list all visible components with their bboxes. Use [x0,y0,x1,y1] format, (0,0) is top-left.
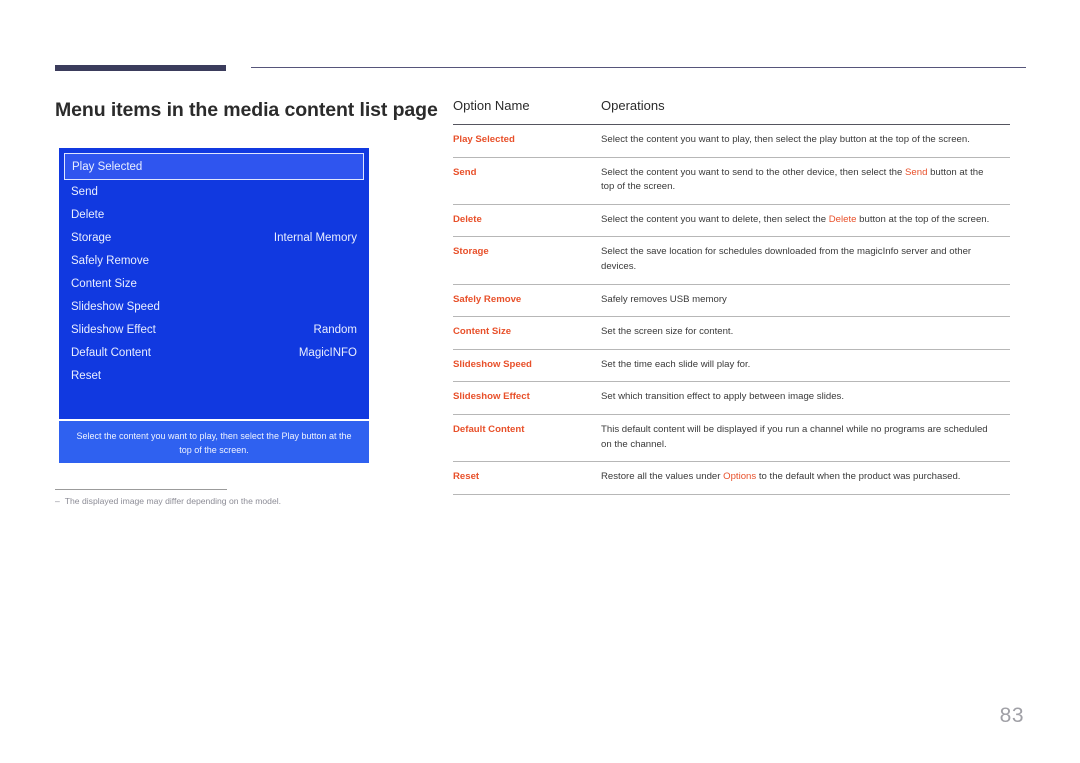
operation-text: Select the content you want to play, the… [601,134,970,145]
osd-item-label: Storage [71,231,112,244]
table-body: Play Selected Select the content you want… [453,124,1010,495]
operation-text: button at the top of the screen. [856,213,990,225]
option-name-cell: Content Size [453,316,601,350]
table-header-row: Option Name Operations [453,98,1010,125]
table-row: Send Select the content you want to send … [453,157,1010,205]
table-row: Default Content This default content will… [453,414,1010,463]
table-row: Slideshow Speed Set the time each slide w… [453,349,1010,383]
operation-text: Restore all the values under [601,471,724,483]
operation-highlight-term: Options [723,471,757,483]
table-row: Safely Remove Safely removes USB memory [453,284,1010,318]
footnote-text: The displayed image may differ depending… [64,496,282,506]
osd-item-label: Safely Remove [71,254,149,267]
osd-item-label: Play Selected [72,160,143,173]
footnote: – The displayed image may differ dependin… [55,496,281,506]
osd-item-value: MagicINFO [298,346,357,359]
osd-item-content-size[interactable]: Content Size [67,272,361,295]
column-header-operations: Operations [601,98,1010,125]
operation-description-cell: Select the content you want to send to t… [601,157,1010,205]
osd-item-safely-remove[interactable]: Safely Remove [67,249,361,272]
table-row: Content Size Set the screen size for cont… [453,316,1010,350]
operation-text: Select the save location for schedules d… [601,246,972,272]
footnote-rule [55,489,227,490]
option-name-cell: Safely Remove [453,284,601,318]
operation-description-cell: Select the content you want to delete, t… [601,204,1010,238]
osd-menu-list: Play Selected Send Delete Storage Internal M… [59,148,369,387]
osd-item-play-selected[interactable]: Play Selected [64,153,364,180]
table-row: Slideshow Effect Set which transition eff… [453,381,1010,415]
operation-text: Select the content you want to send to t… [601,166,905,178]
operation-description-cell: Set which transition effect to apply bet… [601,381,1010,415]
option-name-cell: Default Content [453,414,601,463]
operation-description-cell: Set the time each slide will play for. [601,349,1010,383]
option-name-cell: Play Selected [453,124,601,158]
option-name-cell: Storage [453,236,601,285]
options-table: Option Name Operations Play Selected Sele… [453,98,1010,495]
operation-highlight-term: Send [905,166,928,178]
osd-menu-panel: Play Selected Send Delete Storage Internal M… [59,148,369,419]
operation-description-cell: Safely removes USB memory [601,284,1010,318]
operation-description-cell: Restore all the values under Options to … [601,461,1010,495]
operation-description-cell: Set the screen size for content. [601,316,1010,350]
page-title: Menu items in the media content list pag… [55,99,438,121]
operation-text: Safely removes USB memory [601,293,727,305]
left-column: Menu items in the media content list pag… [0,0,450,763]
table-row: Reset Restore all the values under Option… [453,461,1010,495]
osd-item-label: Send [71,185,98,198]
osd-item-storage[interactable]: Storage Internal Memory [67,226,361,249]
option-name-cell: Slideshow Effect [453,381,601,415]
operation-description-cell: Select the content you want to play, the… [601,124,1010,158]
page-number: 83 [999,704,1024,727]
options-spec-table: Option Name Operations Play Selected Sele… [453,98,1010,495]
osd-item-label: Delete [71,208,105,221]
operation-description-cell: Select the save location for schedules d… [601,236,1010,285]
osd-item-label: Slideshow Effect [71,323,156,336]
osd-item-label: Reset [71,369,102,382]
osd-item-value: Random [313,323,357,336]
table-row: Storage Select the save location for sche… [453,236,1010,285]
footnote-dash: – [55,496,60,506]
osd-item-delete[interactable]: Delete [67,203,361,226]
option-name-cell: Delete [453,204,601,238]
osd-item-default-content[interactable]: Default Content MagicINFO [67,341,361,364]
osd-item-reset[interactable]: Reset [67,364,361,387]
osd-item-send[interactable]: Send [67,180,361,203]
operation-text: Set the time each slide will play for. [601,358,751,370]
table-head: Option Name Operations [453,98,1010,125]
table-row: Delete Select the content you want to del… [453,204,1010,238]
osd-hint-text: Select the content you want to play, the… [59,421,369,463]
osd-item-label: Content Size [71,277,137,290]
operation-description-cell: This default content will be displayed i… [601,414,1010,463]
option-name-cell: Send [453,157,601,205]
operation-highlight-term: Delete [828,213,857,225]
osd-item-value: Internal Memory [273,231,357,244]
osd-item-label: Slideshow Speed [71,300,160,313]
osd-item-slideshow-speed[interactable]: Slideshow Speed [67,295,361,318]
operation-text: Select the content you want to delete, t… [601,213,829,225]
operation-text: This default content will be displayed i… [601,423,988,450]
osd-item-label: Default Content [71,346,151,359]
operation-text: Set which transition effect to apply bet… [601,391,845,403]
table-row: Play Selected Select the content you want… [453,124,1010,158]
operation-text: Set the screen size for content. [601,326,734,338]
column-header-option-name: Option Name [453,98,601,125]
osd-item-slideshow-effect[interactable]: Slideshow Effect Random [67,318,361,341]
option-name-cell: Reset [453,461,601,495]
option-name-cell: Slideshow Speed [453,349,601,383]
operation-text: to the default when the product was purc… [756,471,961,483]
